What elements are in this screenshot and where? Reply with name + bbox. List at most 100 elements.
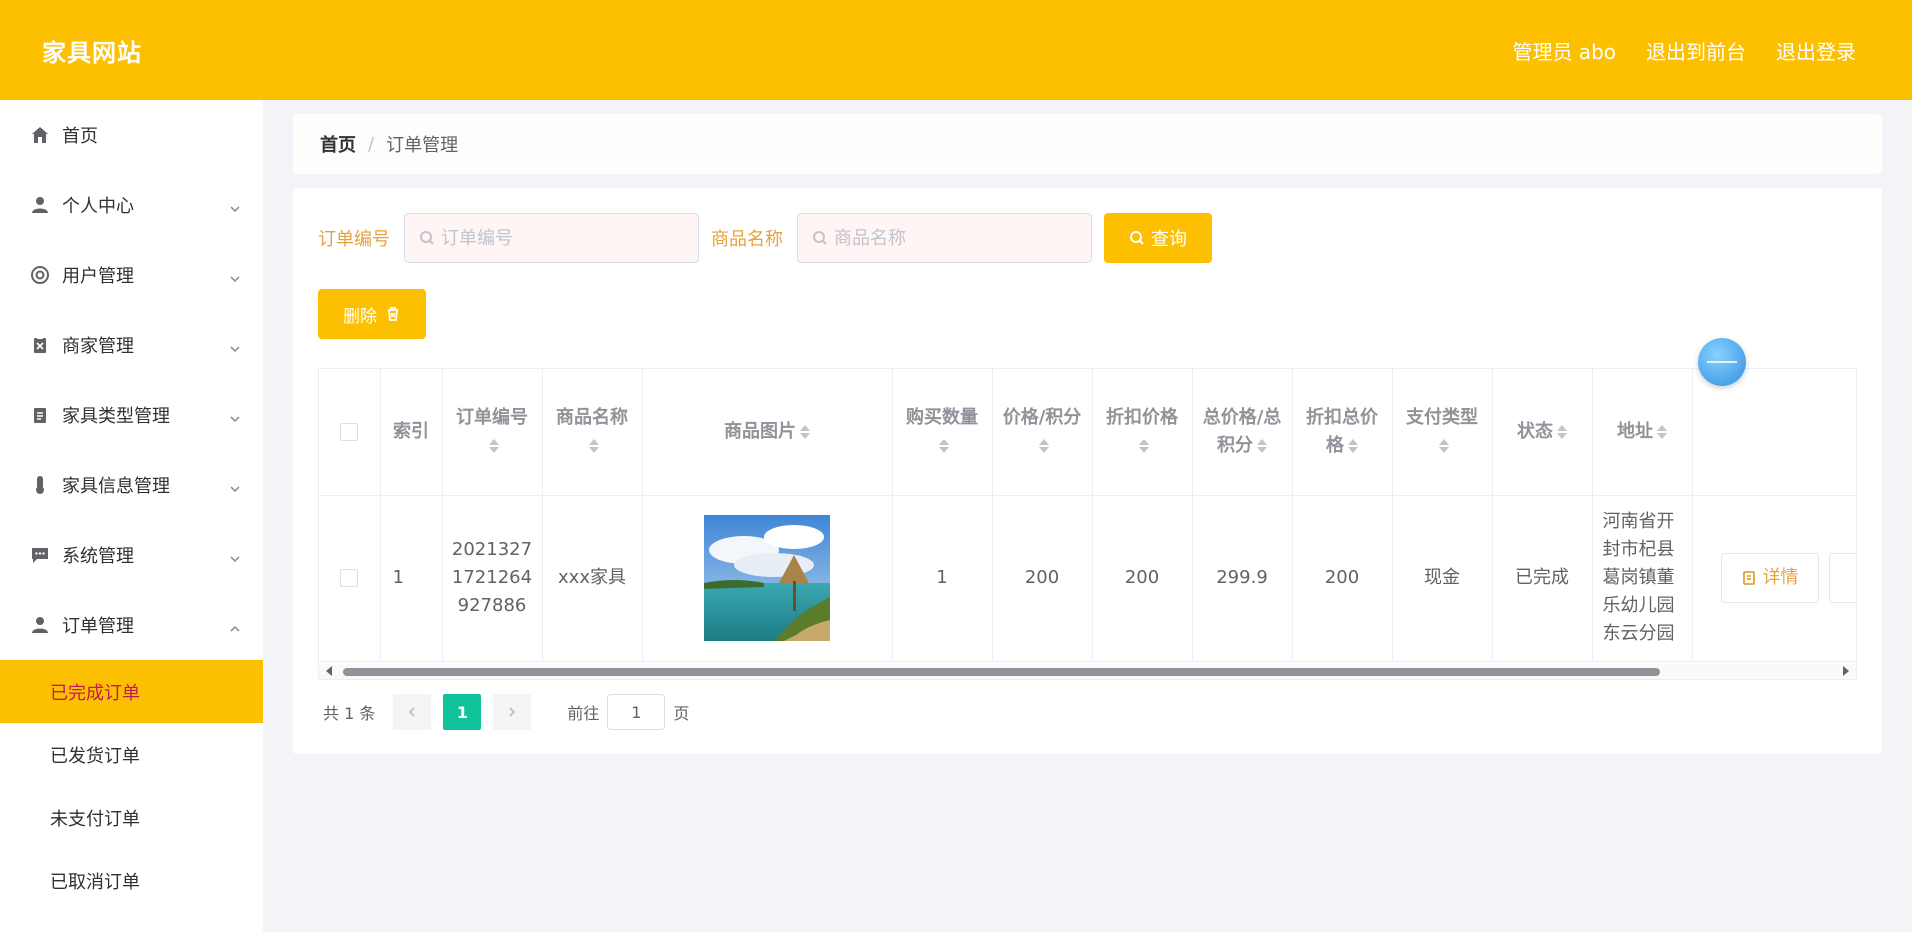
- product-thumbnail[interactable]: [704, 515, 830, 641]
- admin-user-link[interactable]: 管理员 abo: [1512, 36, 1616, 65]
- breadcrumb: 首页 / 订单管理: [293, 114, 1882, 174]
- sidebar: 首页 个人中心 用户管理 商家管理 家具类型管理 家具信息管理 系统管理 订单管…: [0, 100, 263, 932]
- edit-button[interactable]: [1828, 553, 1856, 603]
- sidebar-item-system-management[interactable]: 系统管理: [0, 520, 263, 590]
- sidebar-item-label: 系统管理: [62, 546, 134, 567]
- scroll-right-arrow[interactable]: [1843, 666, 1849, 676]
- table-header-row: 索引 订单编号 商品名称 商品图片 购买数量 价格/积分 折扣价格 总价格/总积…: [319, 369, 1856, 496]
- pagination-total: 共 1 条: [323, 704, 376, 723]
- home-icon: [30, 125, 50, 145]
- sort-icon[interactable]: [489, 438, 499, 453]
- cell-address: 河南省开封市杞县葛岗镇董乐幼儿园东云分园: [1592, 495, 1693, 662]
- query-button[interactable]: 查询: [1104, 213, 1212, 263]
- sidebar-subitem-cancelled-orders[interactable]: 已取消订单: [0, 849, 263, 912]
- chevron-down-icon: [229, 339, 241, 353]
- breadcrumb-separator: /: [368, 133, 375, 155]
- column-header-discount-total[interactable]: 折扣总价格: [1292, 369, 1393, 496]
- sort-icon[interactable]: [1557, 424, 1567, 439]
- sidebar-item-home[interactable]: 首页: [0, 100, 263, 170]
- clipboard-x-icon: [30, 335, 50, 355]
- column-header-discount-price[interactable]: 折扣价格: [1092, 369, 1193, 496]
- sidebar-item-personal-center[interactable]: 个人中心: [0, 170, 263, 240]
- scrollbar-thumb[interactable]: [343, 668, 1660, 676]
- orders-table: 索引 订单编号 商品名称 商品图片 购买数量 价格/积分 折扣价格 总价格/总积…: [318, 368, 1857, 668]
- column-header-product-image[interactable]: 商品图片: [642, 369, 893, 496]
- sidebar-item-furniture-type-management[interactable]: 家具类型管理: [0, 380, 263, 450]
- sort-icon[interactable]: [1657, 424, 1667, 439]
- row-select-cell: [319, 495, 381, 662]
- sidebar-item-merchant-management[interactable]: 商家管理: [0, 310, 263, 380]
- sort-icon[interactable]: [1439, 438, 1449, 453]
- product-name-field[interactable]: [797, 213, 1092, 263]
- exit-to-frontend-link[interactable]: 退出到前台: [1646, 36, 1746, 65]
- delete-button[interactable]: 删除: [318, 289, 426, 339]
- breadcrumb-home[interactable]: 首页: [320, 131, 356, 157]
- column-header-address[interactable]: 地址: [1592, 369, 1693, 496]
- column-header-status[interactable]: 状态: [1492, 369, 1593, 496]
- sidebar-item-label: 家具信息管理: [62, 476, 170, 497]
- column-header-price[interactable]: 价格/积分: [992, 369, 1093, 496]
- sort-icon[interactable]: [800, 424, 810, 439]
- cell-actions: 详情: [1692, 495, 1856, 662]
- top-header: 家具网站 管理员 abo 退出到前台 退出登录: [0, 0, 1912, 100]
- sort-icon[interactable]: [1348, 438, 1358, 453]
- cell-product-image: [642, 495, 893, 662]
- prev-page-button[interactable]: [393, 694, 432, 730]
- chevron-left-icon: [408, 707, 416, 717]
- cell-pay-type: 现金: [1392, 495, 1493, 662]
- sidebar-subitem-shipped-orders[interactable]: 已发货订单: [0, 723, 263, 786]
- user-icon: [30, 615, 50, 635]
- scroll-left-arrow[interactable]: [326, 666, 332, 676]
- lifebuoy-icon: [30, 265, 50, 285]
- column-header-total[interactable]: 总价格/总积分: [1192, 369, 1293, 496]
- cell-index: 1: [380, 495, 443, 662]
- chevron-up-icon: [229, 619, 241, 632]
- sidebar-item-label: 订单管理: [62, 616, 134, 637]
- product-name-input[interactable]: [834, 227, 1074, 249]
- column-header-pay-type[interactable]: 支付类型: [1392, 369, 1493, 496]
- goto-page-suffix: 页: [673, 704, 690, 723]
- goto-label: 前往: [567, 704, 600, 723]
- column-header-quantity[interactable]: 购买数量: [892, 369, 993, 496]
- sort-icon[interactable]: [589, 438, 599, 453]
- trash-icon: [388, 307, 398, 321]
- goto-page-input[interactable]: 1: [607, 694, 666, 730]
- select-all-cell: [319, 369, 381, 496]
- chevron-down-icon: [229, 479, 241, 493]
- chevron-down-icon: [229, 269, 241, 283]
- chevron-down-icon: [229, 409, 241, 423]
- sidebar-item-label: 商家管理: [62, 336, 134, 357]
- sidebar-item-label: 家具类型管理: [62, 406, 170, 427]
- select-all-checkbox[interactable]: [340, 422, 359, 441]
- cell-discount-price: 200: [1092, 495, 1193, 662]
- sidebar-item-furniture-info-management[interactable]: 家具信息管理: [0, 450, 263, 520]
- sidebar-item-user-management[interactable]: 用户管理: [0, 240, 263, 310]
- table-horizontal-scrollbar[interactable]: [318, 664, 1857, 680]
- search-icon: [419, 230, 435, 246]
- sort-icon[interactable]: [939, 438, 949, 453]
- detail-button[interactable]: 详情: [1720, 553, 1819, 603]
- next-page-button[interactable]: [493, 694, 532, 730]
- chevron-right-icon: [509, 707, 516, 717]
- query-button-label: 查询: [1151, 229, 1187, 250]
- column-header-order-no[interactable]: 订单编号: [442, 369, 543, 496]
- search-icon: [812, 230, 828, 246]
- logout-link[interactable]: 退出登录: [1776, 36, 1856, 65]
- order-number-input[interactable]: [441, 227, 681, 249]
- sidebar-subitem-completed-orders[interactable]: 已完成订单: [0, 660, 263, 723]
- sort-icon[interactable]: [1257, 438, 1267, 453]
- row-checkbox[interactable]: [340, 569, 359, 587]
- sort-icon[interactable]: [1139, 438, 1149, 453]
- column-header-product-name[interactable]: 商品名称: [542, 369, 643, 496]
- page-number-current[interactable]: 1: [443, 694, 482, 730]
- sidebar-subitem-unpaid-orders[interactable]: 未支付订单: [0, 786, 263, 849]
- column-header-index: 索引: [380, 369, 443, 496]
- floating-assistant-button[interactable]: [1698, 338, 1746, 386]
- table-row: 1 20213271721264927886 xxx家具 1 200 200 2…: [319, 495, 1856, 662]
- order-number-field[interactable]: [404, 213, 699, 263]
- sort-icon[interactable]: [1039, 438, 1049, 453]
- sidebar-item-order-management[interactable]: 订单管理: [0, 590, 263, 660]
- document-icon: [1742, 571, 1755, 585]
- user-icon: [30, 195, 50, 215]
- sidebar-item-label: 首页: [62, 126, 98, 147]
